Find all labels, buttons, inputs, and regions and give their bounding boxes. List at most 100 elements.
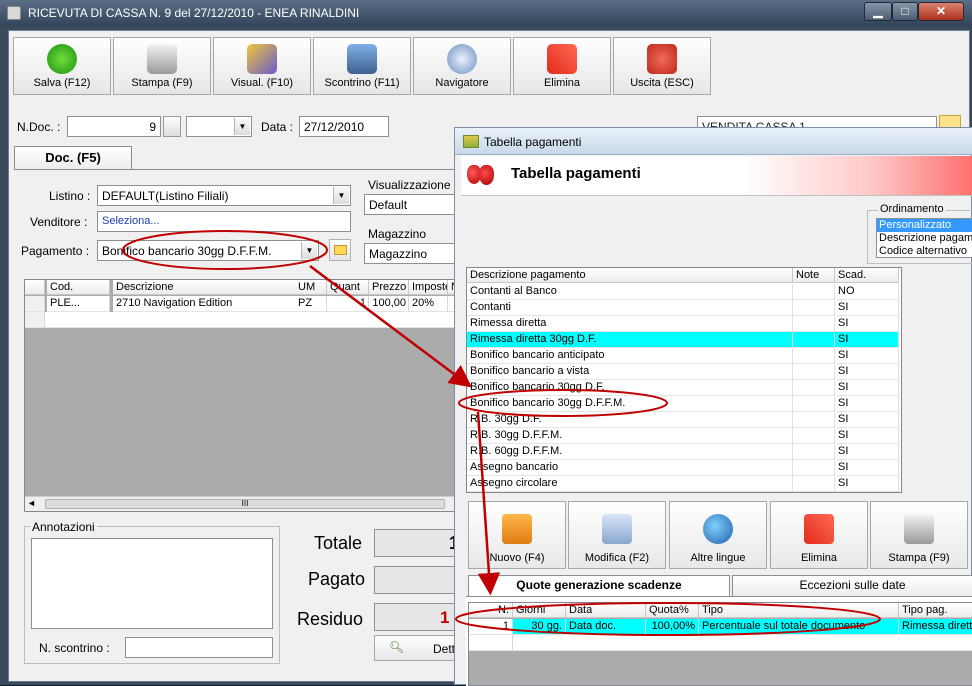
- column-header[interactable]: Tipo: [699, 603, 899, 618]
- table-cell[interactable]: [793, 476, 835, 492]
- toolbar-button-check[interactable]: Salva (F12): [13, 37, 111, 95]
- table-cell[interactable]: Contanti: [467, 300, 793, 316]
- table-cell[interactable]: [793, 284, 835, 300]
- toolbar-button-cash-register[interactable]: Scontrino (F11): [313, 37, 411, 95]
- column-header[interactable]: Giorni: [513, 603, 566, 618]
- new-row[interactable]: [45, 312, 463, 328]
- dialog-button-printer[interactable]: Stampa (F9): [870, 501, 968, 569]
- dialog-button-delete-x[interactable]: Elimina: [770, 501, 868, 569]
- column-header[interactable]: Data: [566, 603, 646, 618]
- table-cell[interactable]: Assegno bancario: [467, 460, 793, 476]
- table-cell[interactable]: SI: [835, 348, 899, 364]
- ndoc-spin-button[interactable]: [163, 116, 181, 137]
- table-cell[interactable]: [793, 348, 835, 364]
- table-cell[interactable]: R.B. 30gg D.F.F.M.: [467, 428, 793, 444]
- column-header[interactable]: UM: [295, 280, 327, 295]
- visualizzazione-field[interactable]: Default: [364, 194, 464, 215]
- table-cell[interactable]: Percentuale sul totale documento: [699, 619, 899, 635]
- table-cell[interactable]: SI: [835, 412, 899, 428]
- table-cell[interactable]: Bonifico bancario 30gg D.F.: [467, 380, 793, 396]
- column-header[interactable]: Quota%: [646, 603, 699, 618]
- tab-eccezioni[interactable]: Eccezioni sulle date: [732, 575, 972, 596]
- toolbar-button-power[interactable]: Uscita (ESC): [613, 37, 711, 95]
- column-header[interactable]: N.: [469, 603, 513, 618]
- toolbar-button-magic-wand[interactable]: Visual. (F10): [213, 37, 311, 95]
- table-cell[interactable]: Rimessa diretta: [899, 619, 972, 635]
- table-cell[interactable]: [793, 300, 835, 316]
- toolbar-button-compass[interactable]: Navigatore: [413, 37, 511, 95]
- table-cell[interactable]: Bonifico bancario 30gg D.F.F.M.: [467, 396, 793, 412]
- table-cell[interactable]: [793, 412, 835, 428]
- table-cell[interactable]: R.B. 30gg D.F.: [467, 412, 793, 428]
- table-cell[interactable]: Bonifico bancario a vista: [467, 364, 793, 380]
- table-cell[interactable]: [793, 428, 835, 444]
- table-cell[interactable]: SI: [835, 460, 899, 476]
- table-cell[interactable]: SI: [835, 428, 899, 444]
- quote-grid[interactable]: N. Giorni Data Quota% Tipo Tipo pag. 1 30 gg. D…: [468, 602, 972, 686]
- pagamento-table-button[interactable]: [329, 239, 351, 261]
- table-cell[interactable]: Data doc.: [566, 619, 646, 635]
- table-cell[interactable]: 1: [469, 619, 513, 635]
- column-header[interactable]: Tipo pag.: [899, 603, 972, 618]
- date-field[interactable]: 27/12/2010: [299, 116, 389, 137]
- scroll-left-icon[interactable]: ◄: [27, 498, 36, 508]
- scroll-thumb[interactable]: III: [45, 499, 445, 509]
- toolbar-button-delete-x[interactable]: Elimina: [513, 37, 611, 95]
- ordinamento-option[interactable]: Codice alternativo: [877, 245, 972, 257]
- listino-combo[interactable]: DEFAULT(Listino Filiali) ▼: [97, 185, 351, 206]
- venditore-field[interactable]: Seleziona...: [97, 211, 351, 232]
- column-header[interactable]: Scad.: [835, 268, 899, 283]
- table-cell[interactable]: Rimessa diretta 30gg D.F.: [467, 332, 793, 348]
- dialog-button-edit-document[interactable]: Modifica (F2): [568, 501, 666, 569]
- minimize-button[interactable]: ▁: [864, 2, 892, 21]
- table-cell[interactable]: [793, 332, 835, 348]
- table-cell[interactable]: [793, 396, 835, 412]
- table-cell[interactable]: 30 gg.: [513, 619, 566, 635]
- column-header[interactable]: Note: [793, 268, 835, 283]
- pagato-field[interactable]: [374, 566, 466, 594]
- table-cell[interactable]: 100,00: [369, 296, 409, 312]
- column-header[interactable]: Descrizione: [113, 280, 314, 295]
- ordinamento-option[interactable]: Personalizzato: [877, 219, 972, 232]
- table-cell[interactable]: [793, 444, 835, 460]
- table-cell[interactable]: SI: [835, 396, 899, 412]
- annotazioni-textarea[interactable]: [31, 538, 273, 629]
- table-cell[interactable]: SI: [835, 444, 899, 460]
- dialog-button-new-grid[interactable]: Nuovo (F4): [468, 501, 566, 569]
- column-header[interactable]: Imposte: [409, 280, 448, 295]
- table-cell[interactable]: PLE...: [47, 296, 110, 312]
- table-cell[interactable]: Rimessa diretta: [467, 316, 793, 332]
- table-cell[interactable]: SI: [835, 316, 899, 332]
- table-cell[interactable]: 20%: [409, 296, 448, 312]
- toolbar-button-printer[interactable]: Stampa (F9): [113, 37, 211, 95]
- table-cell[interactable]: SI: [835, 364, 899, 380]
- table-cell[interactable]: PZ: [295, 296, 327, 312]
- table-cell[interactable]: 1: [327, 296, 369, 312]
- table-cell[interactable]: Contanti al Banco: [467, 284, 793, 300]
- table-cell[interactable]: [793, 364, 835, 380]
- table-cell[interactable]: Bonifico bancario anticipato: [467, 348, 793, 364]
- ordinamento-list[interactable]: PersonalizzatoDescrizione pagamentoCodic…: [876, 218, 972, 258]
- scontrino-field[interactable]: [125, 637, 273, 658]
- series-combo[interactable]: ▼: [186, 116, 252, 137]
- table-cell[interactable]: [793, 460, 835, 476]
- table-cell[interactable]: SI: [835, 332, 899, 348]
- column-header[interactable]: Prezzo: [369, 280, 409, 295]
- dialog-button-globe[interactable]: Altre lingue: [669, 501, 767, 569]
- pagamento-combo[interactable]: Bonifico bancario 30gg D.F.F.M. ▼: [97, 240, 319, 261]
- table-cell[interactable]: [793, 380, 835, 396]
- items-grid[interactable]: Cod.DescrizioneUMQuantPrezzoImposteN PLE…: [24, 279, 464, 512]
- ordinamento-option[interactable]: Descrizione pagamento: [877, 232, 972, 245]
- table-cell[interactable]: [793, 316, 835, 332]
- table-cell[interactable]: Assegno circolare: [467, 476, 793, 492]
- table-cell[interactable]: SI: [835, 300, 899, 316]
- horizontal-scrollbar[interactable]: ◄ III: [25, 496, 463, 511]
- table-cell[interactable]: 100,00%: [646, 619, 699, 635]
- dettaglio-button[interactable]: 🔍︎ Dett: [374, 635, 466, 661]
- close-button[interactable]: ✕: [918, 2, 964, 21]
- payments-grid[interactable]: Descrizione pagamento Note Scad. Contanti …: [466, 267, 902, 493]
- table-cell[interactable]: SI: [835, 476, 899, 492]
- ndoc-field[interactable]: 9: [67, 116, 161, 137]
- table-cell[interactable]: 2710 Navigation Edition: [113, 296, 314, 312]
- column-header[interactable]: Cod.: [47, 280, 110, 295]
